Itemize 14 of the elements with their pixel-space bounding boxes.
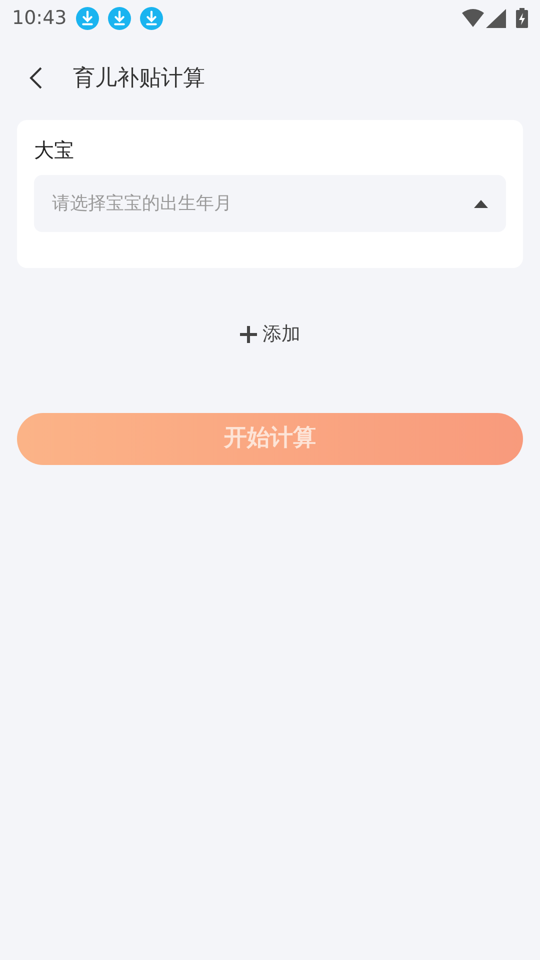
select-placeholder: 请选择宝宝的出生年月 <box>52 192 233 216</box>
back-icon <box>29 66 43 90</box>
download-icon <box>140 6 163 30</box>
child-label: 大宝 <box>34 137 75 164</box>
status-time: 10:43 <box>12 6 67 31</box>
download-icon <box>76 6 99 30</box>
battery-icon <box>516 8 528 28</box>
plus-icon <box>240 326 256 343</box>
birth-date-select[interactable]: 请选择宝宝的出生年月 <box>34 175 506 232</box>
signal-icon <box>486 8 506 28</box>
download-icon <box>108 6 131 30</box>
wifi-icon <box>462 9 484 27</box>
add-button[interactable]: 添加 <box>240 320 300 348</box>
page-title: 育儿补贴计算 <box>73 64 205 92</box>
